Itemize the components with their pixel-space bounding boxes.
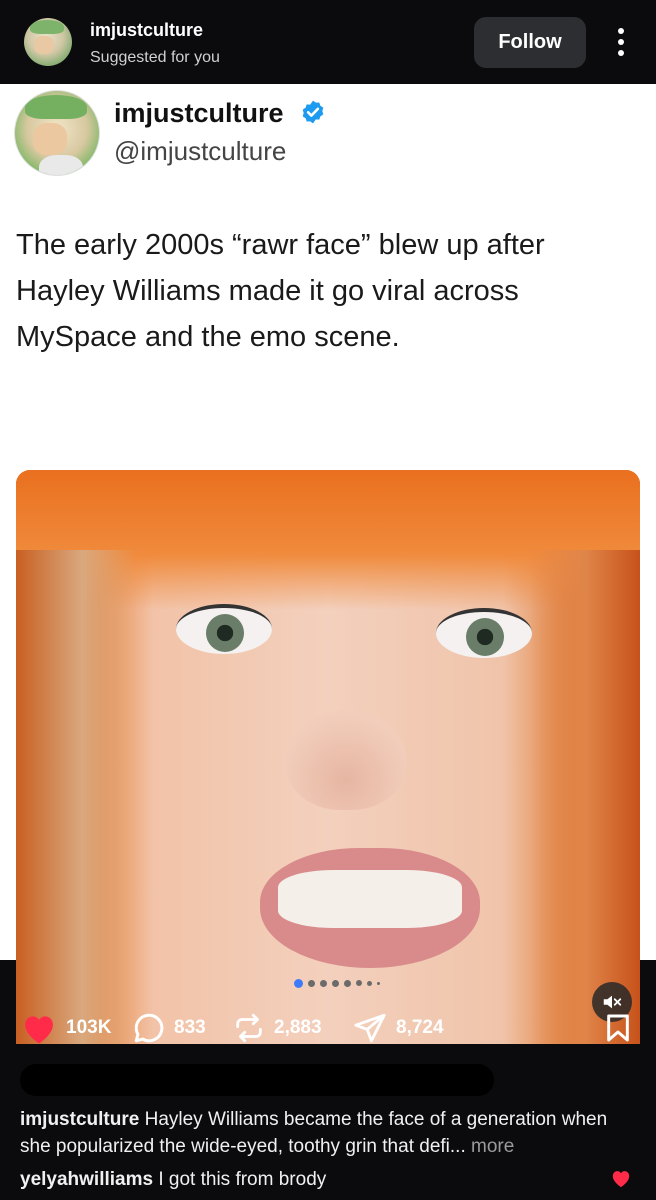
share-button[interactable]: 8,724	[352, 1008, 444, 1048]
carousel-dot-active	[294, 978, 303, 988]
carousel-dot	[344, 979, 351, 987]
verified-badge-icon	[302, 100, 324, 124]
avatar-hand	[34, 36, 54, 54]
action-bar: 103K 833 2,883 8,724	[0, 1008, 656, 1048]
comment-button[interactable]: 833	[132, 1008, 206, 1048]
more-options-icon[interactable]	[609, 24, 633, 60]
tweet-text: The early 2000s “rawr face” blew up afte…	[16, 229, 545, 353]
tweet-display-name: imjustculture	[114, 98, 284, 128]
like-count: 103K	[66, 1017, 112, 1038]
send-icon	[354, 1013, 386, 1043]
heart-icon	[25, 1016, 53, 1044]
tweet-handle: @imjustculture	[114, 136, 287, 166]
share-count: 8,724	[396, 1017, 444, 1038]
follow-button[interactable]: Follow	[474, 17, 586, 68]
carousel-dot	[320, 979, 327, 987]
comment-icon	[134, 1013, 164, 1043]
carousel-dot	[332, 979, 339, 987]
carousel-dot	[356, 980, 362, 986]
repost-button[interactable]: 2,883	[232, 1008, 322, 1048]
redacted-bar	[20, 1064, 494, 1096]
bookmark-button[interactable]	[602, 1008, 634, 1048]
caption-author[interactable]: imjustculture	[20, 1109, 139, 1130]
like-button[interactable]: 103K	[20, 1008, 111, 1048]
repost-count: 2,883	[274, 1017, 322, 1038]
avatar[interactable]	[24, 18, 72, 66]
top-comment[interactable]: yelyahwilliams I got this from brody	[20, 1166, 600, 1193]
tweet-avatar	[14, 90, 100, 176]
bookmark-icon	[607, 1014, 629, 1042]
more-link[interactable]: more	[466, 1136, 514, 1157]
carousel-dot	[308, 979, 315, 987]
comment-text: I got this from brody	[153, 1169, 327, 1190]
comment-count: 833	[174, 1017, 206, 1038]
carousel-indicator	[294, 977, 380, 989]
comment-author[interactable]: yelyahwilliams	[20, 1169, 153, 1190]
username[interactable]: imjustculture	[90, 20, 203, 41]
comment-like-icon[interactable]	[610, 1168, 632, 1188]
post-caption[interactable]: imjustculture Hayley Williams became the…	[20, 1106, 640, 1160]
post-media[interactable]: imjustculture @imjustculture The early 2…	[0, 84, 656, 1044]
post-header: imjustculture Suggested for you Follow	[0, 0, 656, 84]
avatar-hair	[30, 20, 64, 34]
suggested-label: Suggested for you	[90, 49, 220, 66]
tweet-photo	[16, 470, 640, 1044]
repost-icon	[236, 1013, 262, 1043]
carousel-dot	[367, 980, 372, 986]
carousel-dot	[377, 981, 380, 985]
